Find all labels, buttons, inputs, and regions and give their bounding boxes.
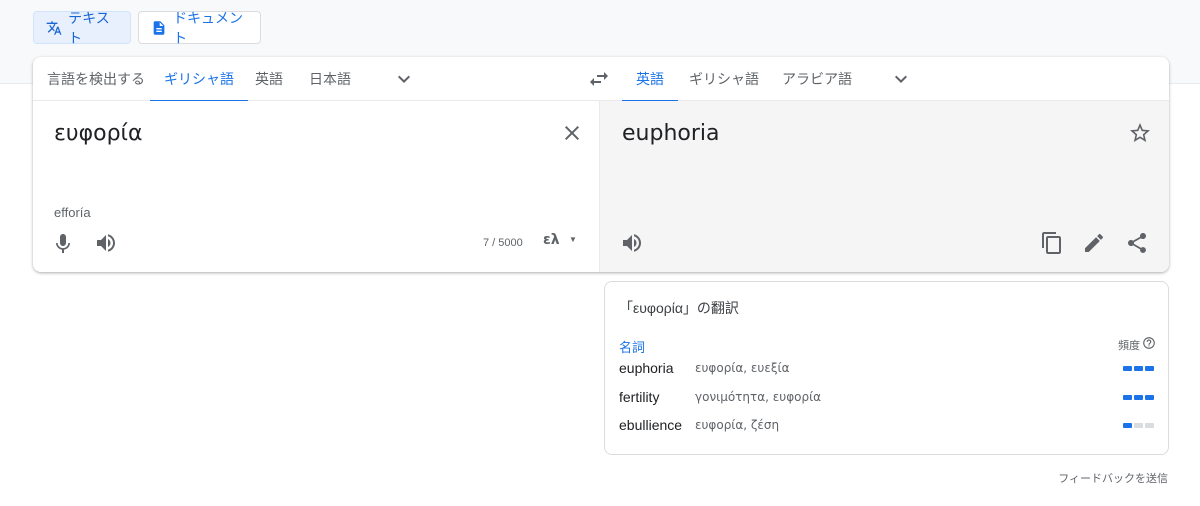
- source-pane: ευφορία efforía 7 / 5000 ελ ▼: [33, 101, 600, 272]
- dictionary-word[interactable]: euphoria: [619, 360, 674, 376]
- source-text-input[interactable]: ευφορία: [54, 121, 143, 146]
- dictionary-word[interactable]: ebullience: [619, 417, 682, 433]
- frequency-help-icon[interactable]: [1142, 336, 1156, 350]
- frequency-bars: [1123, 395, 1154, 400]
- target-more-languages-chevron-icon[interactable]: [889, 67, 913, 91]
- dictionary-panel: 「ευφορία」の翻訳 名詞 頻度 euphoria ευφορία, ευε…: [604, 281, 1169, 455]
- target-listen-speaker-icon[interactable]: [620, 231, 644, 255]
- document-mode-label: ドキュメント: [173, 9, 244, 46]
- frequency-bars: [1123, 366, 1154, 371]
- edit-pencil-icon[interactable]: [1082, 231, 1106, 255]
- tab-target-greek[interactable]: ギリシャ語: [675, 57, 773, 101]
- frequency-bar: [1145, 395, 1154, 400]
- frequency-label: 頻度: [1118, 340, 1140, 352]
- tab-source-greek[interactable]: ギリシャ語: [150, 57, 248, 102]
- translate-icon: [46, 20, 62, 35]
- target-pane: euphoria: [600, 101, 1169, 272]
- frequency-bar: [1145, 366, 1154, 371]
- keyboard-selector[interactable]: ελ: [543, 232, 560, 248]
- translation-card: 言語を検出する ギリシャ語 英語 日本語 英語 ギリシャ語 アラビア語 ευφο…: [33, 57, 1169, 272]
- send-feedback-link[interactable]: フィードバックを送信: [1058, 470, 1168, 486]
- frequency-bar: [1123, 423, 1132, 428]
- frequency-bar: [1145, 423, 1154, 428]
- frequency-bars: [1123, 423, 1154, 428]
- document-icon: [153, 20, 165, 35]
- swap-languages-icon[interactable]: [587, 67, 611, 91]
- dictionary-synonyms: γονιμότητα, ευφορία: [695, 390, 822, 404]
- microphone-icon[interactable]: [51, 231, 75, 255]
- dictionary-word[interactable]: fertility: [619, 389, 659, 405]
- text-mode-label: テキスト: [68, 9, 110, 46]
- share-icon[interactable]: [1125, 231, 1149, 255]
- dictionary-synonyms: ευφορία, ζέση: [695, 418, 780, 432]
- tab-detect-language[interactable]: 言語を検出する: [33, 57, 159, 101]
- text-mode-button[interactable]: テキスト: [33, 10, 131, 46]
- clear-source-close-icon[interactable]: [560, 121, 584, 145]
- dictionary-synonyms: ευφορία, ευεξία: [695, 361, 790, 375]
- keyboard-dropdown-caret-icon[interactable]: ▼: [569, 235, 577, 244]
- dictionary-row: euphoria ευφορία, ευεξία: [605, 358, 1170, 382]
- tab-source-english[interactable]: 英語: [241, 57, 297, 101]
- translation-output: euphoria: [622, 121, 720, 146]
- document-mode-button[interactable]: ドキュメント: [138, 10, 261, 46]
- copy-icon[interactable]: [1040, 231, 1064, 255]
- dictionary-row: ebullience ευφορία, ζέση: [605, 415, 1170, 439]
- frequency-bar: [1123, 366, 1132, 371]
- source-listen-speaker-icon[interactable]: [94, 231, 118, 255]
- part-of-speech-label: 名詞: [619, 340, 646, 355]
- frequency-bar: [1134, 366, 1143, 371]
- transliteration: efforía: [54, 205, 91, 220]
- frequency-bar: [1134, 395, 1143, 400]
- language-bar: 言語を検出する ギリシャ語 英語 日本語 英語 ギリシャ語 アラビア語: [33, 57, 1169, 102]
- frequency-bar: [1123, 395, 1132, 400]
- character-counter: 7 / 5000: [483, 237, 523, 249]
- dictionary-title: 「ευφορία」の翻訳: [619, 300, 739, 316]
- tab-source-japanese[interactable]: 日本語: [295, 57, 365, 101]
- tab-target-english[interactable]: 英語: [622, 57, 678, 102]
- save-translation-star-icon[interactable]: [1128, 121, 1152, 145]
- tab-target-arabic[interactable]: アラビア語: [768, 57, 866, 101]
- frequency-bar: [1134, 423, 1143, 428]
- source-more-languages-chevron-icon[interactable]: [392, 67, 416, 91]
- dictionary-row: fertility γονιμότητα, ευφορία: [605, 387, 1170, 411]
